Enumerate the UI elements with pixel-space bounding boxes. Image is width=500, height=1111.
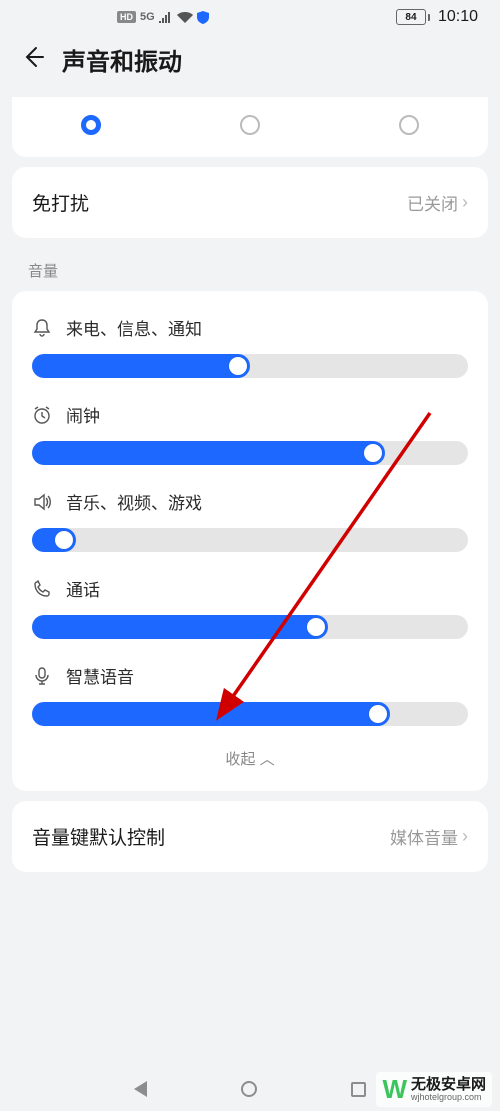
volume-card: 来电、信息、通知 闹钟 音乐、视频、游戏 通话 智慧语音 bbox=[12, 291, 488, 791]
mode-option-silent[interactable] bbox=[399, 115, 419, 135]
page-title: 声音和振动 bbox=[62, 42, 182, 77]
nav-recent[interactable] bbox=[351, 1082, 366, 1097]
phone-icon bbox=[32, 579, 52, 599]
watermark-logo-icon: W bbox=[382, 1074, 405, 1105]
sound-mode-selector bbox=[12, 97, 488, 157]
volume-item-speaker: 音乐、视频、游戏 bbox=[32, 473, 468, 560]
watermark: W 无极安卓网 wjhotelgroup.com bbox=[376, 1072, 492, 1107]
chevron-right-icon: › bbox=[462, 192, 468, 213]
volume-item-mic: 智慧语音 bbox=[32, 647, 468, 734]
clock: 10:10 bbox=[438, 8, 478, 26]
shield-icon bbox=[197, 11, 209, 24]
volume-item-phone: 通话 bbox=[32, 560, 468, 647]
vol-key-label: 音量键默认控制 bbox=[32, 823, 165, 850]
chevron-right-icon: › bbox=[462, 826, 468, 847]
volume-key-card[interactable]: 音量键默认控制 媒体音量 › bbox=[12, 801, 488, 872]
mode-option-sound[interactable] bbox=[81, 115, 101, 135]
volume-label: 来电、信息、通知 bbox=[66, 315, 202, 340]
slider-thumb[interactable] bbox=[369, 705, 387, 723]
chevron-up-icon: ︿ bbox=[260, 751, 275, 768]
wifi-icon bbox=[177, 11, 193, 23]
volume-label: 音乐、视频、游戏 bbox=[66, 489, 202, 514]
dnd-value: 已关闭 › bbox=[407, 190, 468, 215]
volume-label: 智慧语音 bbox=[66, 663, 134, 688]
speaker-icon bbox=[32, 492, 52, 512]
volume-slider[interactable] bbox=[32, 615, 468, 639]
mic-icon bbox=[32, 666, 52, 686]
volume-label: 闹钟 bbox=[66, 402, 100, 427]
volume-label: 通话 bbox=[66, 576, 100, 601]
nav-home[interactable] bbox=[241, 1081, 257, 1097]
dnd-label: 免打扰 bbox=[32, 189, 89, 216]
hd-badge: HD bbox=[117, 11, 136, 23]
alarm-icon bbox=[32, 405, 52, 425]
slider-thumb[interactable] bbox=[55, 531, 73, 549]
collapse-button[interactable]: 收起 ︿ bbox=[32, 734, 468, 773]
volume-section-title: 音量 bbox=[0, 238, 500, 291]
slider-thumb[interactable] bbox=[307, 618, 325, 636]
signal-bars-icon bbox=[159, 11, 173, 23]
header: 声音和振动 bbox=[0, 30, 500, 97]
volume-slider[interactable] bbox=[32, 702, 468, 726]
dnd-card[interactable]: 免打扰 已关闭 › bbox=[12, 167, 488, 238]
volume-slider[interactable] bbox=[32, 354, 468, 378]
bell-icon bbox=[32, 318, 52, 338]
volume-item-alarm: 闹钟 bbox=[32, 386, 468, 473]
volume-slider[interactable] bbox=[32, 441, 468, 465]
back-button[interactable] bbox=[22, 44, 44, 75]
slider-thumb[interactable] bbox=[229, 357, 247, 375]
nav-back[interactable] bbox=[134, 1081, 147, 1097]
volume-slider[interactable] bbox=[32, 528, 468, 552]
status-bar: HD 5G 84 10:10 bbox=[0, 0, 500, 30]
battery-indicator: 84 bbox=[396, 9, 430, 25]
vol-key-value: 媒体音量 › bbox=[390, 824, 468, 849]
slider-thumb[interactable] bbox=[364, 444, 382, 462]
network-indicator: 5G bbox=[140, 11, 155, 23]
volume-item-bell: 来电、信息、通知 bbox=[32, 299, 468, 386]
mode-option-vibrate[interactable] bbox=[240, 115, 260, 135]
